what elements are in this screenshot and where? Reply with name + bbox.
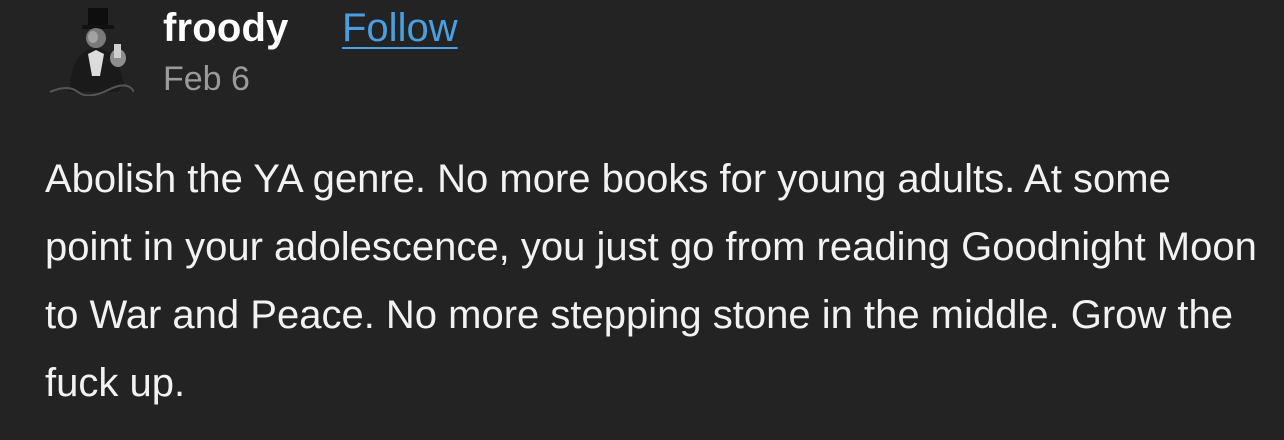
- post-body-text: Abolish the YA genre. No more books for …: [45, 157, 1257, 405]
- avatar-top-hat-illustration-icon: [49, 8, 134, 96]
- username[interactable]: froody: [163, 2, 289, 54]
- post-card: froody Follow Feb 6 Abolish the YA genre…: [0, 0, 1284, 440]
- post-date: Feb 6: [163, 60, 250, 98]
- avatar[interactable]: [48, 6, 134, 96]
- follow-button[interactable]: Follow: [342, 2, 458, 54]
